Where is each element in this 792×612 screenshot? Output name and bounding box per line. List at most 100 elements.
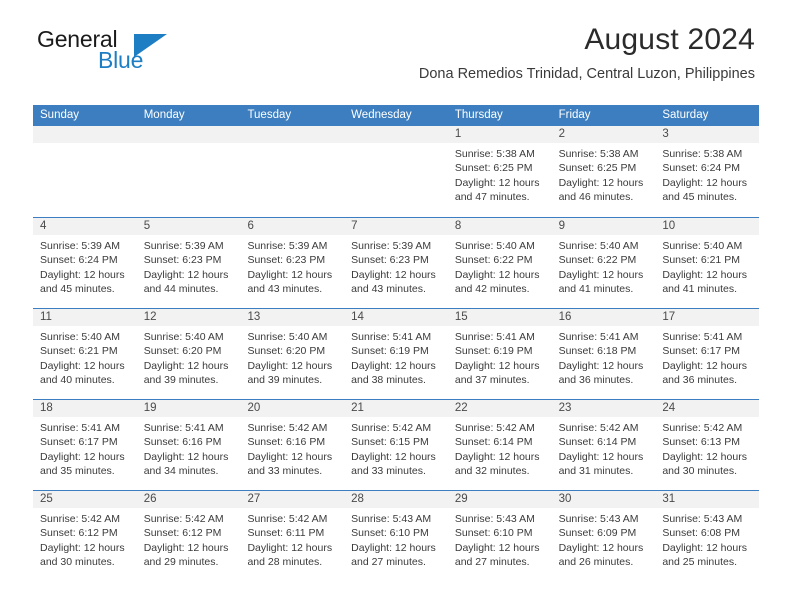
day-info-line: and 29 minutes.	[143, 555, 219, 568]
day-sun-info: Sunrise: 5:41 AM Sunset: 6:19 PM Daylight:…	[448, 326, 552, 387]
day-sun-info: Sunrise: 5:40 AM Sunset: 6:20 PM Daylight:…	[240, 326, 344, 387]
calendar-page: General Blue August 2024 Dona Remedios T…	[0, 0, 792, 612]
day-number: 14	[344, 309, 448, 326]
day-info-line: Sunrise: 5:39 AM	[351, 240, 432, 252]
calendar-day-cell[interactable]: 3 Sunrise: 5:38 AM Sunset: 6:24 PM Daylight…	[655, 126, 760, 217]
day-number: 23	[551, 400, 656, 417]
day-number: 21	[344, 400, 448, 417]
day-info-line: and 39 minutes.	[143, 373, 219, 386]
calendar-day-cell[interactable]: 21 Sunrise: 5:42 AM Sunset: 6:15 PM Dayligh…	[344, 400, 448, 490]
calendar-day-cell[interactable]: 23 Sunrise: 5:42 AM Sunset: 6:14 PM Dayligh…	[551, 400, 656, 490]
day-info-line: Daylight: 12 hours	[247, 359, 333, 372]
day-info-line: and 35 minutes.	[40, 464, 115, 477]
day-info-line: Sunrise: 5:40 AM	[454, 240, 535, 252]
day-sun-info: Sunrise: 5:38 AM Sunset: 6:25 PM Daylight:…	[552, 143, 656, 204]
calendar-day-cell[interactable]: 1 Sunrise: 5:38 AM Sunset: 6:25 PM Daylight…	[447, 126, 552, 217]
calendar-day-cell[interactable]: 11 Sunrise: 5:40 AM Sunset: 6:21 PM Dayligh…	[33, 309, 137, 399]
calendar-day-cell[interactable]: 17 Sunrise: 5:41 AM Sunset: 6:17 PM Dayligh…	[655, 309, 760, 399]
day-info-line: Sunset: 6:13 PM	[662, 436, 740, 449]
weekday-header-wednesday: Wednesday	[351, 109, 412, 121]
calendar-day-cell[interactable]: 18 Sunrise: 5:41 AM Sunset: 6:17 PM Dayligh…	[33, 400, 137, 490]
day-info-line: and 30 minutes.	[40, 555, 115, 568]
calendar-day-cell[interactable]: 12 Sunrise: 5:40 AM Sunset: 6:20 PM Dayligh…	[136, 309, 241, 399]
day-info-line: and 33 minutes.	[351, 464, 426, 477]
calendar-day-cell[interactable]: 7 Sunrise: 5:39 AM Sunset: 6:23 PM Daylight…	[344, 218, 448, 308]
calendar-day-cell[interactable]: 31 Sunrise: 5:43 AM Sunset: 6:08 PM Dayligh…	[655, 491, 760, 581]
day-info-line: Daylight: 12 hours	[558, 359, 644, 372]
brand-logo[interactable]: General Blue	[37, 26, 167, 76]
day-info-line: Daylight: 12 hours	[662, 176, 747, 189]
day-info-line: Sunrise: 5:42 AM	[40, 513, 120, 525]
day-number: 17	[655, 309, 760, 326]
day-info-line: Sunrise: 5:38 AM	[662, 148, 743, 160]
day-info-line: and 45 minutes.	[40, 282, 115, 295]
day-info-line: Sunset: 6:20 PM	[247, 345, 326, 358]
day-info-line: Daylight: 12 hours	[558, 176, 644, 189]
calendar-day-cell[interactable]: 2 Sunrise: 5:38 AM Sunset: 6:25 PM Daylight…	[551, 126, 656, 217]
day-number: 31	[655, 491, 760, 508]
calendar-day-cell[interactable]: 25 Sunrise: 5:42 AM Sunset: 6:12 PM Dayligh…	[33, 491, 137, 581]
day-info-line: Sunrise: 5:41 AM	[662, 331, 743, 343]
day-number: 18	[33, 400, 137, 417]
day-number: 28	[344, 491, 448, 508]
calendar-day-cell[interactable]: 20 Sunrise: 5:42 AM Sunset: 6:16 PM Dayligh…	[240, 400, 345, 490]
calendar-day-cell[interactable]: 29 Sunrise: 5:43 AM Sunset: 6:10 PM Dayligh…	[447, 491, 552, 581]
day-info-line: Sunset: 6:16 PM	[247, 436, 326, 449]
day-info-line: Daylight: 12 hours	[351, 359, 436, 372]
calendar-day-cell[interactable]: 28 Sunrise: 5:43 AM Sunset: 6:10 PM Dayligh…	[344, 491, 448, 581]
calendar-day-cell[interactable]: 15 Sunrise: 5:41 AM Sunset: 6:19 PM Dayligh…	[447, 309, 552, 399]
calendar-day-cell[interactable]: 9 Sunrise: 5:40 AM Sunset: 6:22 PM Daylight…	[551, 218, 656, 308]
day-info-line: and 47 minutes.	[454, 190, 530, 203]
calendar-day-cell-empty	[240, 126, 345, 217]
calendar-grid: Sunday Monday Tuesday Wednesday Thursday Frid…	[33, 105, 760, 581]
day-info-line: Sunset: 6:17 PM	[662, 345, 740, 358]
day-number: 30	[551, 491, 656, 508]
calendar-day-cell[interactable]: 30 Sunrise: 5:43 AM Sunset: 6:09 PM Dayligh…	[551, 491, 656, 581]
day-info-line: Sunrise: 5:40 AM	[40, 331, 120, 343]
day-number: 24	[655, 400, 760, 417]
day-info-line: Sunset: 6:16 PM	[143, 436, 222, 449]
calendar-day-cell[interactable]: 26 Sunrise: 5:42 AM Sunset: 6:12 PM Dayligh…	[136, 491, 241, 581]
day-number: 12	[136, 309, 241, 326]
day-info-line: and 37 minutes.	[454, 373, 530, 386]
calendar-day-cell[interactable]: 22 Sunrise: 5:42 AM Sunset: 6:14 PM Dayligh…	[447, 400, 552, 490]
day-sun-info: Sunrise: 5:41 AM Sunset: 6:17 PM Daylight:…	[655, 326, 759, 387]
day-sun-info: Sunrise: 5:42 AM Sunset: 6:14 PM Daylight:…	[552, 417, 656, 478]
calendar-day-cell[interactable]: 8 Sunrise: 5:40 AM Sunset: 6:22 PM Daylight…	[447, 218, 552, 308]
day-info-line: Daylight: 12 hours	[662, 268, 747, 281]
weekday-header-sunday: Sunday	[40, 109, 80, 121]
day-info-line: Daylight: 12 hours	[662, 359, 747, 372]
calendar-day-cell[interactable]: 24 Sunrise: 5:42 AM Sunset: 6:13 PM Dayligh…	[655, 400, 760, 490]
calendar-day-cell[interactable]: 13 Sunrise: 5:40 AM Sunset: 6:20 PM Dayligh…	[240, 309, 345, 399]
day-info-line: Sunrise: 5:41 AM	[454, 331, 535, 343]
day-sun-info: Sunrise: 5:42 AM Sunset: 6:12 PM Daylight:…	[33, 508, 137, 569]
calendar-day-cell[interactable]: 4 Sunrise: 5:39 AM Sunset: 6:24 PM Daylight…	[33, 218, 137, 308]
weekday-header-friday: Friday	[558, 109, 591, 121]
calendar-day-cell-empty	[344, 126, 448, 217]
day-sun-info: Sunrise: 5:41 AM Sunset: 6:17 PM Daylight:…	[33, 417, 137, 478]
calendar-weeks: 1 Sunrise: 5:38 AM Sunset: 6:25 PM Daylight…	[33, 126, 760, 581]
calendar-day-cell[interactable]: 10 Sunrise: 5:40 AM Sunset: 6:21 PM Dayligh…	[655, 218, 760, 308]
day-info-line: Sunset: 6:25 PM	[454, 162, 533, 175]
day-info-line: Sunrise: 5:43 AM	[558, 513, 639, 525]
day-info-line: Sunrise: 5:43 AM	[454, 513, 535, 525]
day-number: 7	[344, 218, 448, 235]
day-sun-info: Sunrise: 5:40 AM Sunset: 6:21 PM Daylight:…	[655, 235, 759, 296]
day-info-line: Daylight: 12 hours	[247, 541, 333, 554]
day-info-line: Daylight: 12 hours	[40, 450, 125, 463]
calendar-day-cell[interactable]: 16 Sunrise: 5:41 AM Sunset: 6:18 PM Dayligh…	[551, 309, 656, 399]
calendar-day-cell[interactable]: 27 Sunrise: 5:42 AM Sunset: 6:11 PM Dayligh…	[240, 491, 345, 581]
calendar-day-cell[interactable]: 6 Sunrise: 5:39 AM Sunset: 6:23 PM Daylight…	[240, 218, 345, 308]
calendar-day-cell[interactable]: 5 Sunrise: 5:39 AM Sunset: 6:23 PM Daylight…	[136, 218, 241, 308]
day-info-line: and 45 minutes.	[662, 190, 738, 203]
calendar-day-cell[interactable]: 19 Sunrise: 5:41 AM Sunset: 6:16 PM Dayligh…	[136, 400, 241, 490]
day-info-line: and 43 minutes.	[351, 282, 426, 295]
day-info-line: Sunset: 6:23 PM	[143, 254, 222, 267]
day-sun-info: Sunrise: 5:42 AM Sunset: 6:11 PM Daylight:…	[240, 508, 344, 569]
day-number	[136, 126, 241, 143]
page-title: August 2024	[584, 23, 755, 56]
day-info-line: and 27 minutes.	[454, 555, 530, 568]
day-info-line: Sunset: 6:11 PM	[247, 527, 325, 540]
calendar-day-cell[interactable]: 14 Sunrise: 5:41 AM Sunset: 6:19 PM Dayligh…	[344, 309, 448, 399]
day-number: 29	[447, 491, 552, 508]
